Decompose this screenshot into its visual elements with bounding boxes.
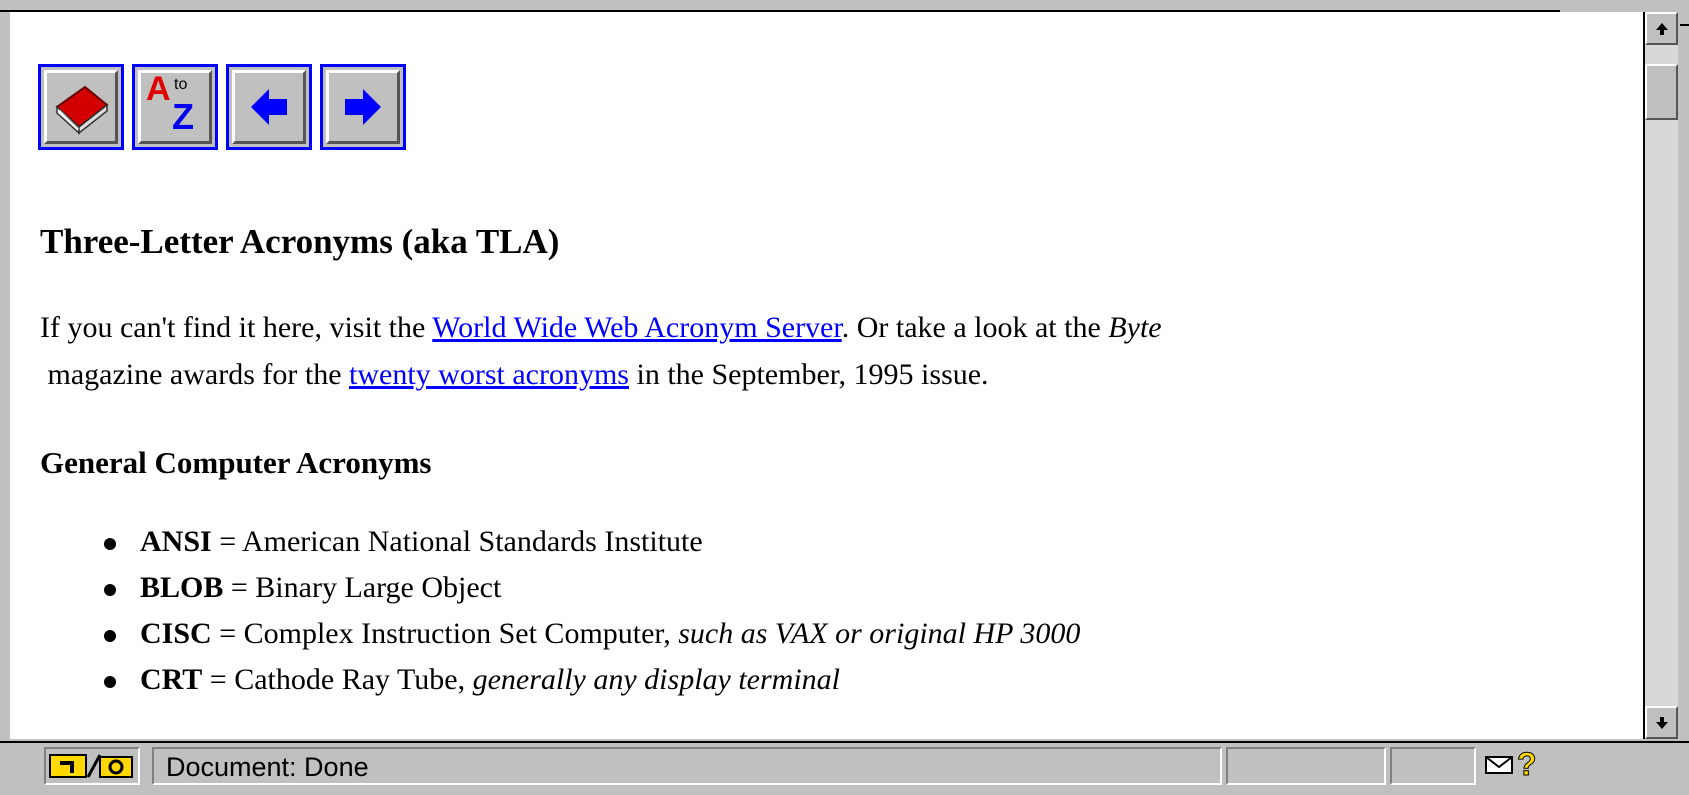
back-arrow-icon — [251, 89, 287, 125]
intro-text-4: in the September, 1995 issue. — [628, 358, 989, 391]
acronym-term: CISC — [140, 617, 212, 650]
browser-window: A to Z Three-Letter Acronyms (aka TLA) I… — [0, 0, 1689, 795]
status-text-panel: Document: Done — [152, 747, 1222, 785]
key-lock-icon — [49, 754, 133, 778]
acronym-term: ANSI — [140, 525, 212, 558]
acronym-definition: Complex Instruction Set Computer, — [243, 617, 679, 650]
acronym-server-link[interactable]: World Wide Web Acronym Server — [432, 311, 841, 344]
mail-icon — [1485, 756, 1513, 774]
empty-status-panel — [1390, 747, 1476, 785]
a-to-z-icon: A to Z — [142, 70, 208, 140]
acronym-definition: Binary Large Object — [255, 571, 502, 604]
toolbar-edge — [0, 0, 1560, 12]
equals-sign: = — [202, 663, 235, 696]
scroll-thumb[interactable] — [1645, 64, 1678, 120]
acronym-note: generally any display terminal — [472, 663, 841, 696]
acronym-definition: American National Standards Institute — [241, 525, 703, 558]
intro-paragraph: If you can't find it here, visit the Wor… — [40, 304, 1540, 398]
svg-text:?: ? — [1517, 747, 1537, 782]
scroll-down-button[interactable] — [1645, 706, 1678, 739]
home-book-button[interactable] — [38, 64, 124, 150]
scroll-track[interactable] — [1645, 45, 1678, 706]
letter-z: Z — [172, 96, 194, 137]
byte-magazine-name: Byte — [1108, 311, 1162, 344]
vertical-scrollbar[interactable] — [1643, 12, 1680, 739]
list-item: CISC = Complex Instruction Set Computer,… — [96, 611, 1080, 657]
help-button[interactable]: ? — [1514, 746, 1540, 785]
equals-sign: = — [223, 571, 256, 604]
document-viewport: A to Z Three-Letter Acronyms (aka TLA) I… — [10, 12, 1654, 739]
acronym-list: ANSI = American National Standards Insti… — [96, 519, 1080, 703]
scroll-up-button[interactable] — [1645, 12, 1678, 45]
status-text: Document: Done — [166, 752, 369, 782]
intro-text-3: magazine awards for the — [40, 358, 350, 391]
back-button[interactable] — [226, 64, 312, 150]
forward-arrow-icon — [345, 89, 381, 125]
equals-sign: = — [211, 617, 244, 650]
intro-text-1: If you can't find it here, visit the — [40, 311, 433, 344]
arrow-down-icon — [1655, 716, 1668, 729]
letter-a: A — [146, 70, 171, 108]
page-content: A to Z Three-Letter Acronyms (aka TLA) I… — [10, 12, 1640, 739]
letter-to: to — [174, 76, 188, 93]
acronym-definition: Cathode Ray Tube, — [234, 663, 473, 696]
worst-acronyms-link[interactable]: twenty worst acronyms — [349, 358, 629, 391]
acronym-note: such as VAX or original HP 3000 — [678, 617, 1081, 650]
index-a-to-z-button[interactable]: A to Z — [132, 64, 218, 150]
forward-button[interactable] — [320, 64, 406, 150]
list-item: CRT = Cathode Ray Tube, generally any di… — [96, 657, 1080, 703]
status-bar: Document: Done ? — [0, 741, 1689, 795]
book-icon — [55, 85, 109, 135]
progress-panel — [1226, 747, 1386, 785]
intro-text-2: . Or take a look at the — [841, 311, 1109, 344]
equals-sign: = — [211, 525, 242, 558]
list-item: BLOB = Binary Large Object — [96, 565, 1080, 611]
list-item: ANSI = American National Standards Insti… — [96, 519, 1080, 565]
acronym-term: CRT — [140, 663, 203, 696]
acronym-term: BLOB — [140, 571, 224, 604]
section-heading: General Computer Acronyms — [40, 445, 432, 480]
question-icon: ? — [1517, 746, 1538, 783]
page-title: Three-Letter Acronyms (aka TLA) — [40, 222, 560, 261]
mail-button[interactable] — [1484, 753, 1514, 779]
security-indicator[interactable] — [44, 747, 140, 785]
arrow-up-icon — [1655, 22, 1668, 35]
